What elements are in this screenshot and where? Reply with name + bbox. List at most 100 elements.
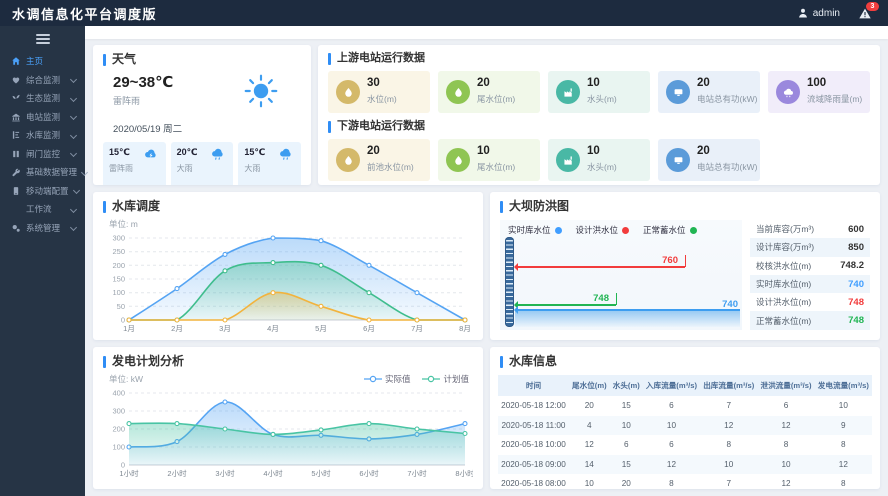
stat-label: 水头(m) — [587, 94, 617, 104]
stat-icon — [556, 148, 580, 172]
sidebar-item[interactable]: 移动端配置 — [0, 182, 85, 201]
cell-genflow: 8 — [815, 435, 872, 455]
dam-stat-label: 实时库水位(m) — [756, 278, 811, 290]
stat-card: 10 水头(m) — [548, 71, 650, 113]
column-header: 尾水位(m) — [569, 375, 610, 396]
chart-legend-label: 计划值 — [443, 373, 469, 385]
sidebar-item-icon — [11, 186, 21, 196]
stat-value: 20 — [367, 145, 414, 157]
title-accent — [328, 53, 331, 65]
svg-text:250: 250 — [112, 247, 125, 256]
stat-icon — [666, 148, 690, 172]
stat-value: 20 — [477, 77, 515, 89]
forecast-condition: 大雨 — [244, 164, 260, 173]
svg-text:8小时: 8小时 — [455, 468, 473, 478]
user-menu[interactable]: admin — [797, 7, 840, 19]
forecast-date: 2020/05/20 周三 — [109, 183, 160, 185]
dam-title: 大坝防洪图 — [509, 200, 569, 213]
dam-stat-value: 748 — [848, 315, 864, 326]
forecast-temp: 15℃ — [244, 147, 265, 158]
sidebar-item[interactable]: 基础数据管理 — [0, 163, 85, 182]
stat-value: 20 — [697, 145, 757, 157]
water-gauge-ruler — [505, 237, 514, 327]
sidebar-item[interactable]: 主页 — [0, 52, 85, 71]
cell-time: 2020-05-18 10:00 — [498, 435, 569, 455]
forecast-card: 20℃ 大雨 2020/05/21 周四 — [171, 142, 234, 185]
reservoir-table: 时间尾水位(m)水头(m)入库流量(m³/s)出库流量(m³/s)泄洪流量(m³… — [498, 375, 872, 489]
stat-icon — [776, 80, 800, 104]
forecast-list: 15℃ 雷阵雨 2020/05/20 周三 20℃ 大雨 — [103, 142, 301, 185]
cell-tailwater: 10 — [569, 474, 610, 489]
title-accent — [500, 201, 503, 213]
title-accent — [500, 356, 503, 368]
generation-plan-panel: 发电计划分析 单位: kW 实际值 — [93, 347, 483, 489]
sidebar-item-label: 基础数据管理 — [26, 166, 77, 178]
chart-unit: 单位: kW — [109, 373, 143, 385]
design-flood-level-value: 760 — [662, 255, 678, 266]
svg-text:2月: 2月 — [171, 324, 183, 333]
downstream-title: 下游电站运行数据 — [337, 120, 425, 133]
column-header: 入库流量(m³/s) — [643, 375, 700, 396]
sidebar-item[interactable]: 水库监测 — [0, 126, 85, 145]
sun-icon — [243, 73, 295, 114]
sidebar-item[interactable]: 生态监测 — [0, 89, 85, 108]
stations-panel: 上游电站运行数据 30 水位(m) 20 尾水位(m) — [318, 45, 880, 185]
svg-text:100: 100 — [112, 443, 125, 452]
table-header-row: 时间尾水位(m)水头(m)入库流量(m³/s)出库流量(m³/s)泄洪流量(m³… — [498, 375, 872, 396]
sidebar-item-icon — [11, 149, 21, 159]
cell-time: 2020-05-18 08:00 — [498, 474, 569, 489]
cell-genflow: 9 — [815, 416, 872, 436]
sidebar-item[interactable]: 系统管理 — [0, 219, 85, 238]
sidebar-item-label: 水库监测 — [26, 129, 66, 141]
svg-text:200: 200 — [112, 425, 125, 434]
cell-outflow: 10 — [700, 455, 757, 475]
sidebar-item[interactable]: 电站监测 — [0, 108, 85, 127]
cell-tailwater: 4 — [569, 416, 610, 436]
dam-legend-label: 设计洪水位 — [576, 224, 619, 236]
cell-time: 2020-05-18 09:00 — [498, 455, 569, 475]
svg-text:300: 300 — [112, 407, 125, 416]
stat-value: 10 — [587, 77, 617, 89]
chart-legend-item[interactable]: 实际值 — [364, 373, 411, 385]
cell-spill: 12 — [757, 474, 814, 489]
chevron-down-icon — [70, 95, 77, 102]
title-accent — [103, 356, 106, 368]
sidebar-item[interactable]: 工作流 — [0, 200, 85, 219]
menu-toggle-icon[interactable] — [36, 34, 50, 44]
sidebar-item[interactable]: 闸门监控 — [0, 145, 85, 164]
cell-head: 10 — [610, 416, 643, 436]
sidebar-item-label: 主页 — [26, 55, 78, 67]
stat-label: 水位(m) — [367, 94, 397, 104]
temperature-range: 29~38℃ — [113, 73, 173, 91]
cell-genflow: 8 — [815, 474, 872, 489]
sidebar-item-icon — [11, 56, 21, 66]
forecast-card: 15℃ 大雨 2020/05/22 周五 — [238, 142, 301, 185]
alerts-button[interactable]: 3 — [858, 7, 872, 20]
table-row: 2020-05-18 08:00 10 20 8 7 12 8 — [498, 474, 872, 489]
username: admin — [813, 8, 840, 19]
svg-text:7小时: 7小时 — [407, 468, 427, 478]
app-header: 水调信息化平台调度版 admin 3 — [0, 0, 888, 26]
table-title: 水库信息 — [509, 355, 557, 368]
weather-cloud-icon — [143, 147, 160, 166]
sidebar-item[interactable]: 综合监测 — [0, 71, 85, 90]
svg-text:150: 150 — [112, 275, 125, 284]
downstream-cards: 20 前池水位(m) 10 尾水位(m) 10 — [328, 139, 870, 181]
cell-inflow: 6 — [643, 435, 700, 455]
cell-outflow: 8 — [700, 435, 757, 455]
cell-head: 15 — [610, 455, 643, 475]
forecast-condition: 雷阵雨 — [109, 164, 133, 173]
sidebar-item-label: 闸门监控 — [26, 148, 66, 160]
stat-card: 20 电站总有功(kW) — [658, 139, 760, 181]
cell-tailwater: 14 — [569, 455, 610, 475]
main-content: 天气 29~38℃ 雷阵雨 2020/05/19 周二 15℃ 雷阵雨 — [85, 26, 888, 496]
dam-stat-value: 748 — [848, 297, 864, 308]
forecast-card: 15℃ 雷阵雨 2020/05/20 周三 — [103, 142, 166, 185]
chart-legend-item[interactable]: 计划值 — [422, 373, 469, 385]
svg-text:1月: 1月 — [123, 324, 135, 333]
cell-genflow: 10 — [815, 396, 872, 416]
cell-spill: 8 — [757, 435, 814, 455]
dam-stats: 当前库容(万m³) 600 设计库容(万m³) 850 校核洪水位(m) 748… — [750, 220, 870, 330]
generation-chart-title: 发电计划分析 — [112, 355, 184, 368]
svg-text:4月: 4月 — [267, 324, 279, 333]
